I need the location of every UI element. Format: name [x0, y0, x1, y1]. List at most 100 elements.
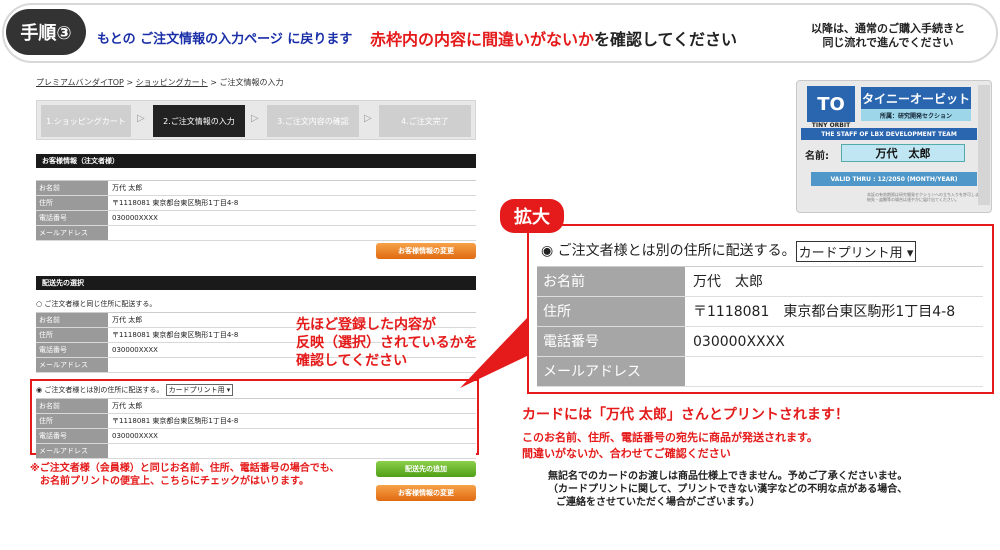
same-address-option[interactable]: ○ ご注文者様と同じ住所に配送する。 — [36, 299, 156, 309]
check-instruction: 赤枠内の内容に間違いがないかを確認してください — [370, 26, 737, 50]
zoom-table: お名前 万代 太郎 住所 〒1118081 東京都台東区駒形1丁目4-8 電話番号 0… — [537, 266, 983, 387]
table-row: 電話番号 030000XXXX — [36, 429, 476, 444]
card-name: 万代 太郎 — [841, 144, 965, 162]
row-label: 電話番号 — [36, 429, 108, 443]
delivery-other-table: お名前 万代 太郎 住所 〒1118081 東京都台東区駒形1丁目4-8 電話番号 0… — [36, 398, 476, 459]
step-cart: 1.ショッピングカート — [41, 105, 131, 137]
step-arrow-icon: ▷ — [251, 113, 259, 124]
breadcrumb: プレミアムバンダイTOP > ショッピングカート > ご注文情報の入力 — [36, 77, 283, 88]
step-confirm: 3.ご注文内容の確認 — [267, 105, 359, 137]
reflect-note-line: 反映（選択）されているかを — [296, 335, 478, 351]
card-side-strip — [978, 85, 990, 205]
table-row: メールアドレス — [36, 444, 476, 459]
step-order-info: 2.ご注文情報の入力 — [153, 105, 245, 137]
reflect-note-line: 先ほど登録した内容が — [296, 317, 436, 333]
step-arrow-icon: ▷ — [364, 113, 372, 124]
breadcrumb-home-link[interactable]: プレミアムバンダイTOP — [36, 78, 124, 87]
row-value: 〒1118081 東京都台東区駒形1丁目4-8 — [693, 304, 956, 320]
row-value: 〒1118081 東京都台東区駒形1丁目4-8 — [108, 196, 476, 210]
table-row: 住所 〒1118081 東京都台東区駒形1丁目4-8 — [36, 414, 476, 429]
change-customer-info-button-2[interactable]: お客様情報の変更 — [376, 485, 476, 501]
table-row: 電話番号 030000XXXX — [537, 327, 983, 357]
shipping-note: このお名前、住所、電話番号の宛先に商品が発送されます。 間違いがないか、合わせてご… — [522, 430, 982, 462]
row-value — [108, 444, 476, 458]
zoom-badge: 拡大 — [500, 199, 564, 233]
row-label: お名前 — [36, 313, 108, 327]
row-label: メールアドレス — [36, 444, 108, 458]
card-title: タイニーオービット — [861, 87, 971, 109]
delivery-select-value: カードプリント用 — [168, 386, 225, 394]
delivery-section-title: 配送先の選択 — [36, 276, 476, 290]
breadcrumb-separator: > — [207, 78, 220, 87]
row-label: メールアドレス — [36, 226, 108, 240]
table-row: お名前 万代 太郎 — [36, 181, 476, 196]
row-value: 〒1118081 東京都台東区駒形1丁目4-8 — [108, 414, 476, 428]
row-label: 住所 — [36, 196, 108, 210]
after-instruction: 以降は、通常のご購入手続きと 同じ流れで進んでください — [808, 22, 968, 50]
after-line-1: 以降は、通常のご購入手続きと — [811, 22, 965, 35]
row-value: 030000XXXX — [693, 334, 785, 350]
delivery-select[interactable]: カードプリント用 ▾ — [165, 384, 234, 396]
row-label: お名前 — [36, 399, 108, 413]
card-name-label: 名前: — [805, 151, 829, 162]
shipping-note-line: 間違いがないか、合わせてご確認ください — [522, 447, 731, 460]
zoom-panel: ◉ ご注文者様とは別の住所に配送する。 カードプリント用 ▾ お名前 万代 太郎 住… — [527, 224, 994, 394]
unnamed-note-line: （カードプリントに関して、プリントできない漢字などの不明な点がある場合、 — [548, 484, 908, 495]
table-row: お名前 万代 太郎 — [537, 267, 983, 297]
member-note-line: ※ご注文者様（会員様）と同じお名前、住所、電話番号の場合でも、 — [30, 463, 340, 474]
step-arrow-icon: ▷ — [137, 113, 145, 124]
reflect-note-line: 確認してください — [296, 353, 408, 369]
card-valid: VALID THRU : 12/2050 (MONTH/YEAR) — [811, 172, 977, 186]
row-label: お名前 — [537, 267, 685, 296]
breadcrumb-current: ご注文情報の入力 — [219, 78, 284, 87]
member-note: ※ご注文者様（会員様）と同じお名前、住所、電話番号の場合でも、お名前プリントの便… — [30, 462, 380, 488]
unnamed-note-line: ご連絡をさせていただく場合がございます。） — [556, 497, 760, 508]
step-label: 手順③ — [6, 9, 86, 55]
other-address-label: ご注文者様とは別の住所に配送する。 — [44, 386, 164, 394]
row-label: メールアドレス — [537, 357, 685, 386]
row-label: お名前 — [36, 181, 108, 195]
row-label: 住所 — [36, 414, 108, 428]
radio-checked-icon: ◉ — [541, 243, 554, 259]
card-subtitle: 所属：研究開発セクション — [861, 109, 971, 121]
change-customer-info-button[interactable]: お客様情報の変更 — [376, 243, 476, 259]
same-address-label: ご注文者様と同じ住所に配送する。 — [44, 300, 157, 308]
zoom-option-label: ご注文者様とは別の住所に配送する。 — [557, 243, 796, 259]
table-row: 住所 〒1118081 東京都台東区駒形1丁目4-8 — [36, 196, 476, 211]
zoom-other-address-option: ◉ ご注文者様とは別の住所に配送する。 カードプリント用 ▾ — [541, 240, 917, 262]
row-value: 030000XXXX — [108, 429, 476, 443]
radio-unchecked-icon[interactable]: ○ — [36, 300, 42, 308]
member-note-line: お名前プリントの便宜上、こちらにチェックがはいります。 — [40, 476, 309, 487]
row-value — [685, 357, 983, 386]
check-instruction-emphasis: 赤枠内の内容に間違いがないか — [370, 30, 595, 49]
shipping-note-line: このお名前、住所、電話番号の宛先に商品が発送されます。 — [522, 431, 818, 444]
card-stripe: THE STAFF OF LBX DEVELOPMENT TEAM — [801, 128, 977, 140]
zoom-select-value: カードプリント用 — [798, 245, 903, 261]
breadcrumb-cart-link[interactable]: ショッピングカート — [136, 78, 208, 87]
customer-table: お名前 万代 太郎 住所 〒1118081 東京都台東区駒形1丁目4-8 電話番号 0… — [36, 180, 476, 241]
zoom-select: カードプリント用 ▾ — [795, 240, 917, 262]
row-value — [108, 226, 476, 240]
table-row: メールアドレス — [537, 357, 983, 387]
row-label: 電話番号 — [36, 211, 108, 225]
card-print-note: カードには「万代 太郎」さんとプリントされます！ — [522, 407, 849, 423]
unnamed-note-line: 無記名でのカードのお渡しは商品仕様上できません。予めご了承くださいませ。 — [548, 471, 908, 482]
table-row: お名前 万代 太郎 — [36, 399, 476, 414]
add-delivery-button[interactable]: 配送先の追加 — [376, 461, 476, 477]
row-value: 万代 太郎 — [108, 181, 476, 195]
row-label: 電話番号 — [537, 327, 685, 356]
row-label: 住所 — [36, 328, 108, 342]
reflect-note: 先ほど登録した内容が反映（選択）されているかを 確認してください — [296, 316, 496, 370]
checkout-steps: 1.ショッピングカート ▷ 2.ご注文情報の入力 ▷ 3.ご注文内容の確認 ▷ … — [36, 100, 476, 140]
id-card-image: TO TINY ORBIT タイニーオービット 所属：研究開発セクション THE… — [796, 80, 992, 213]
row-value: 万代 太郎 — [108, 399, 476, 413]
row-label: 住所 — [537, 297, 685, 326]
other-address-option[interactable]: ◉ ご注文者様とは別の住所に配送する。 カードプリント用 ▾ — [36, 384, 234, 396]
back-instruction: もとの ご注文情報の入力ページ に戻ります — [97, 32, 353, 47]
table-row: 住所 〒1118081 東京都台東区駒形1丁目4-8 — [537, 297, 983, 327]
row-value: 030000XXXX — [108, 211, 476, 225]
step-complete: 4.ご注文完了 — [379, 105, 471, 137]
customer-section-title: お客様情報（注文者様） — [36, 154, 476, 168]
radio-checked-icon[interactable]: ◉ — [36, 386, 42, 394]
card-fine-print: 本証の有効期限は研究開発セクションへの立ち入りを許可します。紛失・盗難等の場合は… — [867, 192, 987, 202]
